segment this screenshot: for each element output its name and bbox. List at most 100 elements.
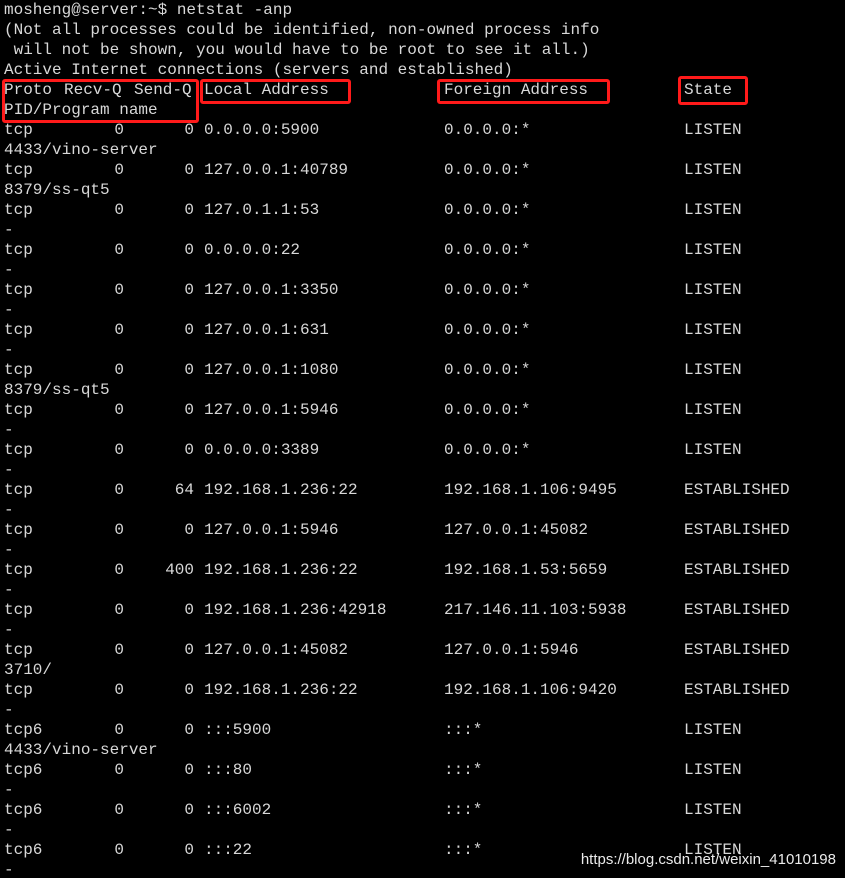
cell-pid-program: - — [4, 821, 14, 839]
header-foreign-address: Foreign Address — [444, 81, 589, 99]
cell-send-q: 400 — [165, 561, 194, 579]
cell-local-address: 127.0.0.1:5946 — [204, 521, 339, 539]
cell-recv-q: 0 — [114, 601, 124, 619]
cell-send-q: 0 — [184, 601, 194, 619]
table-row: tcp6 0 0:::5900:::* LISTEN — [4, 720, 834, 740]
cell-foreign-address: 0.0.0.0:* — [444, 401, 531, 419]
cell-state: LISTEN — [684, 761, 742, 779]
cell-proto: tcp — [4, 561, 33, 579]
cell-pid-program: - — [4, 621, 14, 639]
table-row: tcp 0 0 127.0.0.1:40789 0.0.0.0:* LISTEN — [4, 160, 834, 180]
cell-pid-program: - — [4, 421, 14, 439]
cell-send-q: 0 — [184, 321, 194, 339]
intro-line-3: Active Internet connections (servers and… — [4, 61, 513, 79]
table-row: tcp6 0 0:::80:::* LISTEN — [4, 760, 834, 780]
cell-proto: tcp — [4, 681, 33, 699]
cell-send-q: 0 — [184, 161, 194, 179]
cell-proto: tcp — [4, 521, 33, 539]
cell-pid-program: 4433/vino-server — [4, 741, 158, 759]
table-row: tcp 0 0 127.0.0.1:631 0.0.0.0:* LISTEN — [4, 320, 834, 340]
cell-proto: tcp — [4, 401, 33, 419]
cell-send-q: 0 — [184, 761, 194, 779]
cell-proto: tcp — [4, 601, 33, 619]
cell-local-address: 192.168.1.236:22 — [204, 481, 358, 499]
cell-send-q: 0 — [184, 441, 194, 459]
cell-foreign-address: 0.0.0.0:* — [444, 441, 531, 459]
cell-proto: tcp — [4, 481, 33, 499]
cell-pid-program: - — [4, 461, 14, 479]
cell-local-address: 127.0.0.1:40789 — [204, 161, 349, 179]
header-send-q: Send-Q — [134, 81, 192, 99]
header-recv-q: Recv-Q — [64, 81, 122, 99]
cell-proto: tcp — [4, 361, 33, 379]
command-prompt: mosheng@server:~$ netstat -anp — [4, 1, 293, 19]
cell-pid-program: - — [4, 861, 14, 878]
cell-foreign-address: 0.0.0.0:* — [444, 241, 531, 259]
cell-recv-q: 0 — [114, 281, 124, 299]
cell-send-q: 0 — [184, 241, 194, 259]
table-row: tcp 0 64 192.168.1.236:22 192.168.1.106:9495… — [4, 480, 834, 500]
cell-proto: tcp6 — [4, 721, 43, 739]
cell-local-address: 127.0.0.1:1080 — [204, 361, 339, 379]
header-proto: Proto — [4, 81, 53, 99]
cell-proto: tcp6 — [4, 801, 43, 819]
cell-send-q: 0 — [184, 361, 194, 379]
cell-state: LISTEN — [684, 401, 742, 419]
cell-recv-q: 0 — [114, 681, 124, 699]
cell-state: LISTEN — [684, 801, 742, 819]
cell-local-address: 127.0.0.1:45082 — [204, 641, 349, 659]
cell-state: LISTEN — [684, 321, 742, 339]
cell-foreign-address: 0.0.0.0:* — [444, 321, 531, 339]
table-row: tcp 0 400 192.168.1.236:22 192.168.1.53:5659… — [4, 560, 834, 580]
cell-recv-q: 0 — [114, 641, 124, 659]
cell-state: LISTEN — [684, 441, 742, 459]
cell-proto: tcp6 — [4, 761, 43, 779]
cell-local-address: 0.0.0.0:5900 — [204, 121, 320, 139]
cell-state: LISTEN — [684, 361, 742, 379]
terminal-window[interactable]: mosheng@server:~$ netstat -anp (Not all … — [0, 0, 845, 878]
cell-send-q: 0 — [184, 641, 194, 659]
column-header-row: Proto Recv-Q Send-Q Local Address Foreig… — [4, 80, 834, 100]
cell-proto: tcp — [4, 201, 33, 219]
cell-pid-program: 4433/vino-server — [4, 141, 158, 159]
cell-proto: tcp — [4, 121, 33, 139]
intro-line-1: (Not all processes could be identified, … — [4, 21, 600, 39]
cell-local-address: 0.0.0.0:22 — [204, 241, 301, 259]
cell-send-q: 0 — [184, 721, 194, 739]
cell-local-address: 0.0.0.0:3389 — [204, 441, 320, 459]
cell-send-q: 0 — [184, 281, 194, 299]
cell-state: LISTEN — [684, 161, 742, 179]
cell-recv-q: 0 — [114, 121, 124, 139]
cell-recv-q: 0 — [114, 241, 124, 259]
cell-send-q: 64 — [174, 481, 194, 499]
cell-local-address: :::80 — [204, 761, 253, 779]
cell-local-address: 192.168.1.236:22 — [204, 561, 358, 579]
cell-local-address: 192.168.1.236:42918 — [204, 601, 387, 619]
cell-recv-q: 0 — [114, 321, 124, 339]
header-state: State — [684, 81, 733, 99]
cell-pid-program: 8379/ss-qt5 — [4, 181, 110, 199]
watermark-url: https://blog.csdn.net/weixin_41010198 — [580, 851, 836, 868]
cell-pid-program: - — [4, 501, 14, 519]
cell-local-address: 127.0.0.1:631 — [204, 321, 329, 339]
table-row: tcp 0 0 127.0.1.1:53 0.0.0.0:* LISTEN — [4, 200, 834, 220]
table-row: tcp 0 0 0.0.0.0:22 0.0.0.0:* LISTEN — [4, 240, 834, 260]
cell-state: LISTEN — [684, 721, 742, 739]
table-row: tcp 0 0 127.0.0.1:5946 0.0.0.0:* LISTEN — [4, 400, 834, 420]
cell-send-q: 0 — [184, 801, 194, 819]
cell-pid-program: - — [4, 541, 14, 559]
table-row: tcp 0 0 127.0.0.1:3350 0.0.0.0:* LISTEN — [4, 280, 834, 300]
cell-pid-program: - — [4, 221, 14, 239]
cell-recv-q: 0 — [114, 801, 124, 819]
header-pid-program: PID/Program name — [4, 101, 158, 119]
cell-local-address: 127.0.1.1:53 — [204, 201, 320, 219]
cell-send-q: 0 — [184, 681, 194, 699]
cell-recv-q: 0 — [114, 481, 124, 499]
cell-pid-program: - — [4, 261, 14, 279]
cell-state: ESTABLISHED — [684, 601, 790, 619]
cell-state: LISTEN — [684, 201, 742, 219]
table-row: tcp 0 0 127.0.0.1:45082 127.0.0.1:5946 ESTABL… — [4, 640, 834, 660]
cell-state: ESTABLISHED — [684, 561, 790, 579]
cell-recv-q: 0 — [114, 561, 124, 579]
cell-foreign-address: 0.0.0.0:* — [444, 201, 531, 219]
